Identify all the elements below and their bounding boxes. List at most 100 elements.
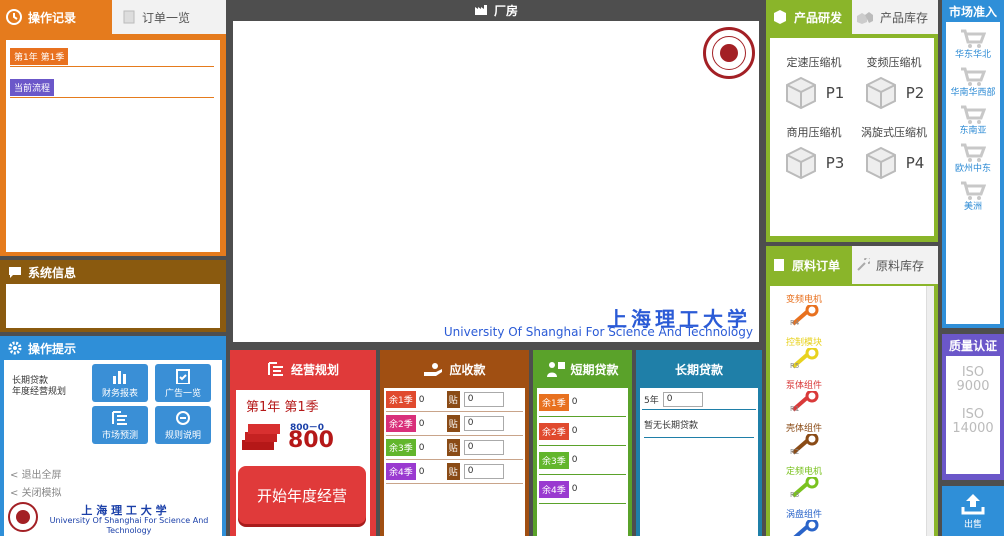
exit-fullscreen-link[interactable]: < 退出全屏 <box>10 466 62 481</box>
current-flow-badge: 当前流程 <box>10 79 55 96</box>
material-item[interactable]: 壳体组件 R2 <box>786 421 934 464</box>
material-name: 定频电机 <box>786 467 823 477</box>
cart-icon <box>960 142 986 164</box>
sell-label: 出售 <box>963 519 982 530</box>
rules-label: 规则说明 <box>164 430 201 441</box>
tab-material-inventory[interactable]: 原料库存 <box>852 246 938 284</box>
product-p2[interactable]: 变频压缩机 P2 <box>854 54 934 110</box>
market-forecast-button[interactable]: 市场预测 <box>92 406 148 444</box>
product-cube-row: P1 <box>774 76 854 110</box>
market-item[interactable]: 东南亚 <box>946 104 1000 136</box>
tab-material-order[interactable]: 原料订单 <box>766 246 852 284</box>
material-item[interactable]: 定频电机 R3 <box>786 464 934 507</box>
product-code: P1 <box>825 84 845 102</box>
financial-report-label: 财务报表 <box>101 388 138 399</box>
year-quarter-badge: 第1年 第1季 <box>10 48 69 65</box>
tab-op-record[interactable]: 操作记录 <box>0 0 112 34</box>
discount-tag[interactable]: 贴 <box>446 439 460 456</box>
material-name: 涡盘组件 <box>786 510 823 520</box>
factory-title: 厂房 <box>493 3 518 18</box>
plan-header: 经营规划 <box>230 350 376 388</box>
close-simulation-label: 关闭模拟 <box>21 488 62 499</box>
iso-14000-badge[interactable]: ISO 14000 <box>946 408 1000 436</box>
material-item[interactable]: 变频电机 R4 <box>786 292 934 335</box>
material-item[interactable]: 涡盘组件 <box>786 507 934 536</box>
receivable-row: 余4季 0 贴 0 <box>386 460 523 484</box>
short-loan-value: 0 <box>571 455 578 465</box>
discount-input[interactable]: 0 <box>463 416 504 431</box>
hand-coin-icon <box>423 362 443 376</box>
product-p1[interactable]: 定速压缩机 P1 <box>774 54 854 110</box>
material-scrollbar[interactable] <box>926 286 934 536</box>
cart-icon <box>960 180 986 202</box>
discount-tag[interactable]: 贴 <box>446 463 460 480</box>
money-stack-icon <box>240 418 282 454</box>
iso-9000-badge[interactable]: ISO 9000 <box>946 366 1000 394</box>
rd-body: 定速压缩机 P1 变频压缩机 P2 商用压缩机 P3 涡旋式压缩机 P4 <box>770 38 934 236</box>
discount-tag[interactable]: 贴 <box>446 391 460 408</box>
discount-input[interactable]: 0 <box>463 392 504 407</box>
market-label: 华东华北 <box>954 50 991 60</box>
long-loan-input[interactable]: 0 <box>662 392 703 407</box>
tab-order-list-label: 订单一览 <box>142 10 191 25</box>
close-simulation-link[interactable]: < 关闭模拟 <box>10 484 62 499</box>
market-header: 市场准入 <box>948 4 997 19</box>
gear-icon <box>8 341 22 355</box>
record-row: 第1年 第1季 <box>10 48 214 67</box>
receivable-value: 0 <box>418 442 425 453</box>
market-item[interactable]: 华东华北 <box>946 28 1000 60</box>
start-annual-operation-button[interactable]: 开始年度经营 <box>238 466 366 524</box>
boxes-icon <box>856 10 874 24</box>
market-item[interactable]: 欧州中东 <box>946 142 1000 174</box>
discount-input[interactable]: 0 <box>463 440 504 455</box>
short-loan-value: 0 <box>571 484 578 494</box>
market-item[interactable]: 美洲 <box>946 180 1000 212</box>
tab-product-rd[interactable]: 产品研发 <box>766 0 852 34</box>
ad-list-label: 广告一览 <box>164 388 201 399</box>
long-loan-header: 长期贷款 <box>674 362 723 377</box>
material-name: 变频电机 <box>786 295 823 305</box>
university-name-en-small: University Of Shanghai For Science And T… <box>49 516 209 535</box>
system-info-panel: 系统信息 <box>0 260 226 332</box>
market-forecast-label: 市场预测 <box>101 430 138 441</box>
material-item[interactable]: 控制模块 R5 <box>786 335 934 378</box>
chart-icon <box>111 368 129 384</box>
quality-header: 质量认证 <box>948 338 997 353</box>
material-body: 变频电机 R4 控制模块 R5 泵体组件 R1 壳体组件 R2 定频电机 R3 涡盘组件 <box>770 286 934 536</box>
sell-button[interactable]: 出售 <box>942 486 1004 536</box>
material-panel: 原料订单 原料库存 变频电机 R4 控制模块 R5 泵体组件 R1 壳体组件 R2 定频电机 R3… <box>766 246 938 536</box>
op-record-panel: 操作记录 订单一览 第1年 第1季 当前流程 <box>0 0 226 256</box>
receivable-row: 余1季 0 贴 0 <box>386 388 523 412</box>
long-loan-empty: 暂无长期贷款 <box>644 418 754 438</box>
op-tip-panel: 操作提示 长期贷款 年度经营规划 财务报表 广告一览 市场预测 规则说明 < 退… <box>0 336 226 536</box>
short-loan-row: 余4季 0 <box>539 475 626 504</box>
market-item[interactable]: 华南华西部 <box>946 66 1000 98</box>
tab-order-list[interactable]: 订单一览 <box>112 0 226 34</box>
receivable-title: 应收款 <box>449 362 486 377</box>
discount-tag[interactable]: 贴 <box>446 415 460 432</box>
material-item[interactable]: 泵体组件 R1 <box>786 378 934 421</box>
product-p4[interactable]: 涡旋式压缩机 P4 <box>854 124 934 180</box>
tip-line: 年度经营规划 <box>12 387 67 397</box>
financial-report-button[interactable]: 财务报表 <box>92 364 148 402</box>
market-label: 欧州中东 <box>954 164 991 174</box>
product-p3[interactable]: 商用压缩机 P3 <box>774 124 854 180</box>
op-tip-body: 长期贷款 年度经营规划 财务报表 广告一览 市场预测 规则说明 < 退出全屏 <… <box>4 360 222 536</box>
system-info-header: 系统信息 <box>0 260 226 284</box>
cart-icon <box>960 104 986 126</box>
material-code: R2 <box>790 448 800 456</box>
ad-list-button[interactable]: 广告一览 <box>155 364 211 402</box>
short-loan-row: 余2季 0 <box>539 417 626 446</box>
material-code: R3 <box>790 491 800 499</box>
short-loan-title: 短期贷款 <box>570 362 619 377</box>
iso-14000-label: ISO 14000 <box>952 407 994 436</box>
tab-product-inventory[interactable]: 产品库存 <box>852 0 938 34</box>
discount-input[interactable]: 0 <box>463 464 504 479</box>
quarter-tag: 余1季 <box>539 393 569 411</box>
material-code: R5 <box>790 362 800 370</box>
tab-product-inventory-label: 产品库存 <box>880 10 929 25</box>
rules-button[interactable]: 规则说明 <box>155 406 211 444</box>
short-loan-value: 0 <box>571 426 578 436</box>
long-loan-panel: 长期贷款 5年 0 暂无长期贷款 <box>636 350 762 536</box>
box-icon <box>864 76 898 110</box>
